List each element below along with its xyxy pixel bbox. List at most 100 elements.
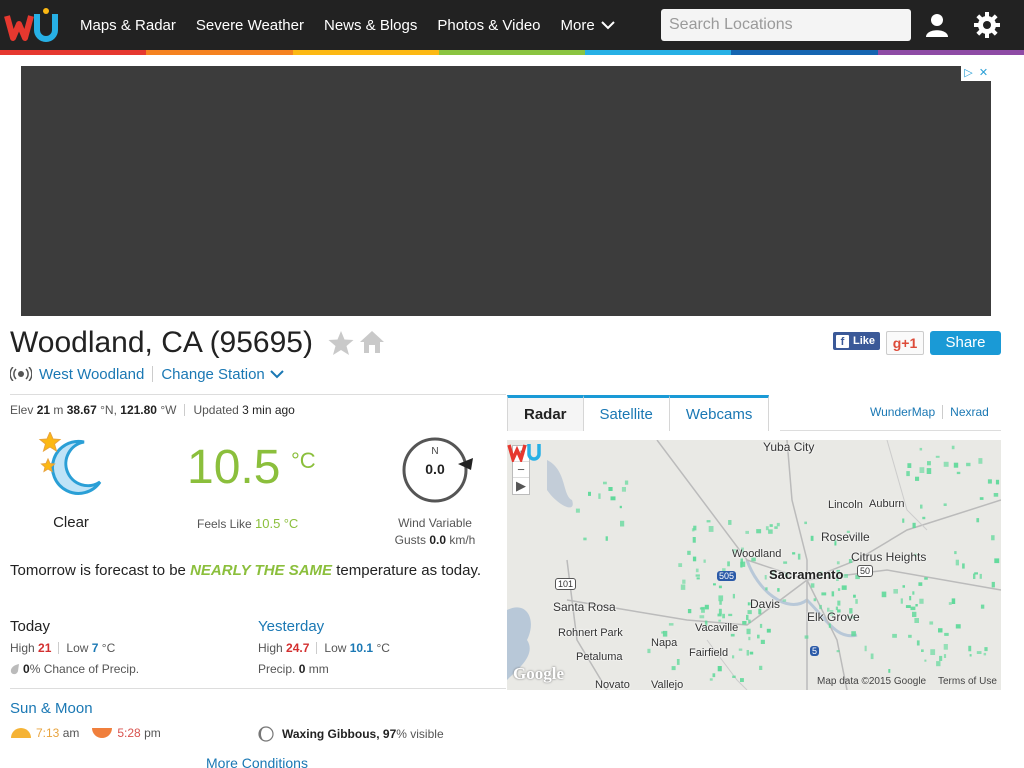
google-plus-button[interactable]: g+1 <box>886 331 924 355</box>
nav-more[interactable]: More <box>561 17 615 34</box>
radar-echo <box>948 602 952 605</box>
map-tabs: Radar Satellite Webcams <box>507 395 770 431</box>
moon-phase: Waxing Gibbous, 97% visible <box>258 726 444 742</box>
change-station-link[interactable]: Change Station <box>161 366 264 383</box>
zoom-out-button[interactable]: − <box>513 462 529 478</box>
feels-like: Feels Like 10.5 °C <box>197 516 298 531</box>
radar-echo <box>987 479 992 484</box>
radar-echo <box>730 633 735 637</box>
color-bar-segment <box>0 50 147 55</box>
elev-unit: m <box>53 403 64 417</box>
radar-echo <box>906 471 910 477</box>
clear-night-icon <box>38 432 102 495</box>
radar-echo <box>706 520 711 523</box>
color-bar-segment <box>585 50 732 55</box>
radar-echo <box>968 645 972 652</box>
radar-echo <box>746 628 751 635</box>
radar-echo <box>605 536 608 541</box>
station-link[interactable]: West Woodland <box>39 366 144 383</box>
radar-echo <box>718 608 722 615</box>
radar-map[interactable]: + − ▶ Yuba City Lincoln Auburn Roseville… <box>507 440 1001 690</box>
radar-echo <box>766 628 771 633</box>
tab-radar[interactable]: Radar <box>507 395 584 431</box>
nexrad-link[interactable]: Nexrad <box>950 405 989 419</box>
radar-echo <box>662 630 668 637</box>
ad-choices[interactable]: ▷ ✕ <box>961 66 991 81</box>
nav-news-blogs[interactable]: News & Blogs <box>324 17 417 34</box>
radar-echo <box>759 665 763 670</box>
divider <box>780 430 1001 431</box>
sun-moon-link[interactable]: Sun & Moon <box>10 700 93 717</box>
chevron-down-icon[interactable] <box>270 369 284 379</box>
radar-echo <box>912 611 917 617</box>
chevron-down-icon <box>600 21 615 30</box>
map-label: Santa Rosa <box>553 600 616 614</box>
yesterday-link[interactable]: Yesterday <box>258 618 324 635</box>
google-logo[interactable]: Google <box>513 664 564 684</box>
radar-echo <box>797 553 801 560</box>
radar-echo <box>777 588 780 592</box>
more-conditions-link[interactable]: More Conditions <box>206 755 308 768</box>
facebook-like-button[interactable]: f Like <box>833 332 880 350</box>
radar-echo <box>603 481 607 485</box>
color-bar-segment <box>292 50 439 55</box>
temperature-unit[interactable]: °C <box>291 448 316 474</box>
radar-echo <box>695 568 699 573</box>
radar-echo <box>819 604 822 610</box>
radar-echo <box>682 579 686 584</box>
radar-echo <box>893 589 898 594</box>
radar-echo <box>676 659 680 665</box>
radar-echo <box>740 678 744 682</box>
radar-echo <box>994 558 1000 564</box>
radar-echo <box>749 651 754 655</box>
map-label: Elk Grove <box>807 610 860 624</box>
nav-maps-radar[interactable]: Maps & Radar <box>80 17 176 34</box>
wind-speed: 0.0 <box>425 461 445 477</box>
divider <box>10 394 506 395</box>
nav-severe-weather[interactable]: Severe Weather <box>196 17 304 34</box>
radar-echo <box>951 598 956 604</box>
radar-echo <box>991 581 995 588</box>
radar-echo <box>774 526 778 529</box>
radar-echo <box>810 583 815 588</box>
radar-echo <box>765 526 769 531</box>
terms-of-use-link[interactable]: Terms of Use <box>938 676 997 687</box>
gear-icon[interactable] <box>973 11 1001 39</box>
radar-echo <box>718 595 724 602</box>
play-button[interactable]: ▶ <box>513 478 529 494</box>
radar-echo <box>695 574 700 577</box>
radar-echo <box>708 526 714 532</box>
radar-echo <box>983 652 987 656</box>
search-input[interactable] <box>661 9 911 41</box>
ad-banner[interactable]: ▷ ✕ <box>21 66 991 316</box>
yesterday-high: 24.7 <box>286 641 310 655</box>
star-icon[interactable] <box>328 330 354 356</box>
nav-photos-video[interactable]: Photos & Video <box>437 17 540 34</box>
home-icon[interactable] <box>359 329 385 355</box>
tab-webcams[interactable]: Webcams <box>668 395 770 431</box>
radar-echo <box>703 559 706 563</box>
radar-echo <box>620 520 625 527</box>
color-bar-segment <box>731 50 878 55</box>
radar-echo <box>757 634 760 639</box>
radar-echo <box>748 636 751 641</box>
radar-echo <box>722 613 725 619</box>
map-label: Roseville <box>821 530 870 544</box>
share-button[interactable]: Share <box>930 331 1001 355</box>
divider <box>58 642 60 654</box>
radar-echo <box>912 522 916 528</box>
wundermap-link[interactable]: WunderMap <box>870 405 935 419</box>
user-icon[interactable] <box>924 12 950 38</box>
station-row: West Woodland Change Station <box>10 364 284 384</box>
map-label: Fairfield <box>689 647 729 659</box>
radar-echo <box>696 577 700 580</box>
today-low: 7 <box>91 641 99 655</box>
radar-echo <box>943 644 948 650</box>
longitude: 121.80 <box>120 403 157 417</box>
close-icon[interactable]: ✕ <box>976 66 991 81</box>
radar-echo <box>727 561 730 567</box>
radar-echo <box>930 649 936 655</box>
ad-info-icon[interactable]: ▷ <box>961 66 976 81</box>
tab-satellite[interactable]: Satellite <box>582 395 670 431</box>
wu-logo[interactable] <box>3 6 61 44</box>
